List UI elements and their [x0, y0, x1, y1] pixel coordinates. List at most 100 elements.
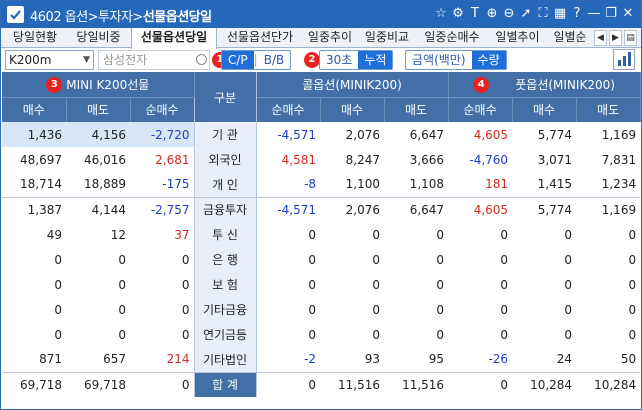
- table-row[interactable]: 69,718 69,718 0 합 계 0 11,516 11,516 0 10,284 10,2…: [2, 371, 641, 397]
- cell-p-1: 10,284: [512, 371, 577, 397]
- cell-f-2: -175: [162, 177, 190, 192]
- search-icon[interactable]: [196, 54, 207, 65]
- close-icon[interactable]: ✕: [621, 5, 635, 23]
- unit-quantity-option[interactable]: 수량: [471, 51, 506, 69]
- tab-bar: 당일현황 당일비중 선물옵션당일 선물옵션단가 일중추이 일중비교 일중순매수 …: [1, 28, 641, 49]
- table-row[interactable]: 871 657 214 기타법인 -2 93 95 -26 24 50: [2, 347, 640, 372]
- bb-option[interactable]: B/B: [258, 51, 291, 69]
- interval-cumulative-option[interactable]: 누적: [358, 51, 393, 69]
- table-row[interactable]: 18,714 18,889 -175 개 인 -8 1,100 1,108 181 1,415 1…: [2, 172, 640, 197]
- col-put-net[interactable]: 순매수: [448, 96, 513, 122]
- col-futures-buy[interactable]: 매수: [2, 96, 67, 122]
- star-icon[interactable]: ☆: [434, 5, 448, 23]
- tab-daily-net[interactable]: 일별순: [547, 28, 593, 48]
- tab-futures-options-price[interactable]: 선물옵션단가: [218, 28, 302, 48]
- cell-f-2: 0: [130, 371, 195, 397]
- col-call-sell[interactable]: 매도: [384, 96, 449, 122]
- row-label[interactable]: 금융투자: [193, 196, 257, 222]
- cell-c-1: 0: [372, 327, 381, 342]
- cell-f-1: 0: [118, 277, 126, 292]
- col-call-buy[interactable]: 매수: [320, 96, 385, 122]
- cell-p-1: 0: [564, 252, 573, 267]
- cell-c-1: 0: [372, 252, 381, 267]
- row-label[interactable]: 기 관: [193, 122, 257, 147]
- table-row[interactable]: 000은 행000000: [2, 247, 640, 272]
- futures-group-label: MINI K200선물: [66, 77, 150, 92]
- row-label[interactable]: 기타금융: [193, 297, 257, 322]
- col-futures-sell[interactable]: 매도: [66, 96, 131, 122]
- tab-daily-trend[interactable]: 일별추이: [489, 28, 546, 48]
- row-label[interactable]: 기타법인: [193, 347, 257, 372]
- unit-amount-option[interactable]: 금액(백만): [406, 51, 472, 69]
- tab-prev-icon[interactable]: ◀: [594, 30, 607, 46]
- stock-search-input[interactable]: 삼성전자: [98, 50, 210, 70]
- cell-f-0: 0: [54, 302, 62, 317]
- col-call-net[interactable]: 순매수: [256, 96, 321, 122]
- cell-c-2: 0: [436, 327, 445, 342]
- table-row[interactable]: 0 0 0 기타금융 0 0 0 0 0 0: [2, 297, 640, 322]
- cell-f-2: -2,720: [130, 122, 195, 147]
- col-put-buy[interactable]: 매수: [512, 96, 577, 122]
- screen-code: 4602: [30, 10, 62, 25]
- unit-toggle: 금액(백만) 수량: [405, 50, 507, 70]
- row-label[interactable]: 연기금등: [193, 322, 257, 347]
- breadcrumb: 옵션>투자자>: [64, 10, 144, 25]
- row-label[interactable]: 외국인: [193, 147, 257, 172]
- row-label[interactable]: 은 행: [193, 247, 257, 272]
- table-row[interactable]: 1,387 4,144 -2,757 금융투자 -4,571 2,076 6,647 4,60…: [2, 196, 641, 222]
- tab-futures-options-daily[interactable]: 선물옵션당일: [131, 28, 217, 49]
- product-select[interactable]: K200m ▼: [5, 50, 94, 70]
- row-label[interactable]: 개 인: [193, 172, 257, 197]
- futures-group-header: 3 MINI K200선물: [2, 72, 195, 97]
- cell-p-2: 1,234: [601, 177, 637, 192]
- zoom-out-icon[interactable]: ⊖: [502, 5, 516, 23]
- minimize-icon[interactable]: —: [587, 5, 601, 23]
- interval-30s-option[interactable]: 30초: [320, 51, 358, 69]
- chart-icon[interactable]: [613, 49, 635, 70]
- window-check-icon[interactable]: [7, 6, 24, 23]
- cell-p-2: 0: [628, 302, 637, 317]
- tab-intraday-trend[interactable]: 일중추이: [302, 28, 358, 48]
- cell-f-0: 49: [46, 227, 62, 242]
- tab-intraday-compare[interactable]: 일중비교: [359, 28, 415, 48]
- row-label[interactable]: 투 신: [193, 222, 257, 247]
- row-label[interactable]: 보 험: [193, 272, 257, 297]
- cell-c-0: 0: [308, 277, 317, 292]
- table-row[interactable]: 49 12 37 투 신 0 0 0 0 0 0: [2, 222, 640, 247]
- restore-icon[interactable]: ❐: [604, 5, 618, 23]
- cell-f-1: 0: [118, 252, 126, 267]
- tab-daily-status[interactable]: 당일현황: [3, 28, 67, 48]
- table-row[interactable]: 0 0 0 연기금등 0 0 0 0 0 0: [2, 322, 640, 347]
- cell-c-0: 0: [308, 327, 317, 342]
- cell-f-1: 0: [118, 327, 126, 342]
- cell-f-0: 48,697: [20, 152, 62, 167]
- share-icon[interactable]: ➚: [519, 5, 533, 23]
- window-title: 4602 옵션>투자자>선물옵션당일: [30, 6, 212, 25]
- cp-option[interactable]: C/P: [222, 51, 254, 69]
- cell-c-2: 11,516: [384, 371, 449, 397]
- zoom-in-icon[interactable]: ⊕: [485, 5, 499, 23]
- cell-c-0: 0: [308, 227, 317, 242]
- cell-c-2: 0: [436, 277, 445, 292]
- settings-icon[interactable]: ⚙: [451, 5, 465, 23]
- columns-icon[interactable]: ▦: [553, 5, 567, 23]
- tab-list-icon[interactable]: ▤: [624, 30, 637, 46]
- table-row[interactable]: 48,697 46,016 2,681 외국인 4,581 8,247 3,666 -4,76…: [2, 147, 640, 172]
- cell-p-0: -4,760: [469, 152, 509, 167]
- row-label[interactable]: 합 계: [193, 371, 257, 397]
- help-icon[interactable]: ?: [570, 5, 584, 23]
- tab-next-icon[interactable]: ▶: [609, 30, 622, 46]
- text-size-icon[interactable]: T: [468, 5, 482, 23]
- cell-p-2: 10,284: [576, 371, 641, 397]
- table-row[interactable]: 1,436 4,156 -2,720 기 관 -4,571 2,076 6,647 4,605…: [2, 122, 640, 147]
- col-put-sell[interactable]: 매도: [576, 96, 641, 122]
- capture-icon[interactable]: ⛶: [536, 5, 550, 23]
- interval-toggle: 30초 누적: [319, 50, 394, 70]
- cell-f-2: 0: [181, 327, 190, 342]
- tab-daily-ratio[interactable]: 당일비중: [67, 28, 130, 48]
- table-row[interactable]: 000보 험000000: [2, 272, 640, 297]
- cell-c-2: 95: [428, 352, 445, 367]
- tab-intraday-net-buy[interactable]: 일중순매수: [416, 28, 488, 48]
- cell-c-0: -4,571: [256, 196, 321, 222]
- col-futures-net[interactable]: 순매수: [130, 96, 195, 122]
